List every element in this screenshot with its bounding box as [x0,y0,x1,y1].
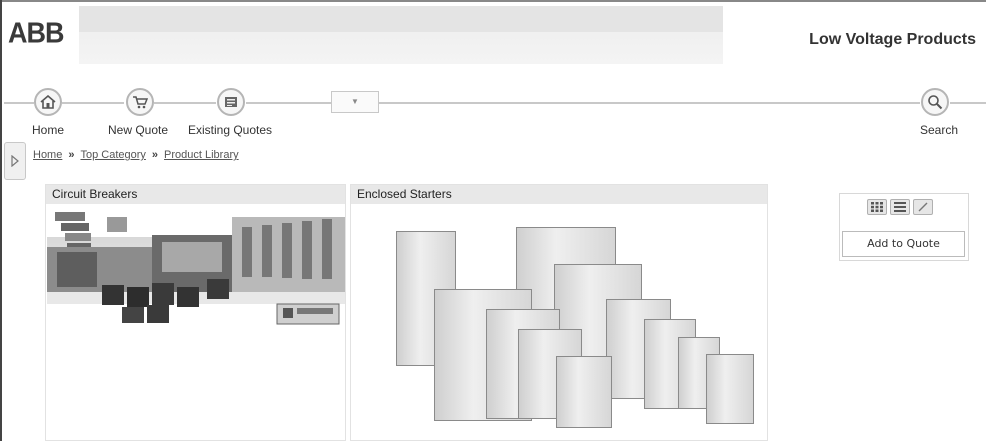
nav-new-quote-label[interactable]: New Quote [108,123,168,137]
breadcrumb-home[interactable]: Home [33,149,62,161]
breadcrumb: Home » Top Category » Product Library [33,149,239,161]
category-card-circuit-breakers[interactable]: Circuit Breakers [45,184,346,441]
nav-existing-quotes[interactable] [217,88,245,116]
nav-line [950,102,986,104]
add-to-quote-button[interactable]: Add to Quote [842,231,965,257]
chevron-down-icon: ▼ [351,97,359,106]
nav-line [154,102,216,104]
header-banner-top [79,6,723,32]
breadcrumb-separator: » [68,149,75,161]
category-card-enclosed-starters[interactable]: Enclosed Starters [350,184,768,441]
chevron-right-icon [11,155,19,167]
quotes-icon [217,88,245,116]
enclosed-starters-image[interactable] [386,209,766,439]
abb-logo: ABB [8,17,64,49]
nav-new-quote[interactable] [126,88,154,116]
edit-icon[interactable] [913,199,933,215]
nav-line [246,102,331,104]
view-buttons [867,199,933,215]
nav-existing-quotes-label[interactable]: Existing Quotes [188,123,272,137]
grid-view-icon[interactable] [867,199,887,215]
home-icon [34,88,62,116]
nav-line [379,102,920,104]
category-title[interactable]: Enclosed Starters [351,185,767,204]
nav-line [62,102,124,104]
breadcrumb-product-library[interactable]: Product Library [164,149,239,161]
nav-search-label[interactable]: Search [920,123,958,137]
nav-home[interactable] [34,88,62,116]
circuit-breakers-image[interactable] [47,207,345,327]
app-title: Low Voltage Products [809,31,976,48]
window-top-border [0,0,986,2]
nav-home-label[interactable]: Home [32,123,64,137]
sidebar-toggle[interactable] [4,142,26,180]
nav-dropdown[interactable]: ▼ [331,91,379,113]
cart-icon [126,88,154,116]
nav-line [4,102,34,104]
category-title[interactable]: Circuit Breakers [46,185,345,204]
breadcrumb-top-category[interactable]: Top Category [80,149,145,161]
nav-search[interactable] [921,88,949,116]
search-icon [921,88,949,116]
window-left-border [0,0,2,441]
breadcrumb-separator: » [151,149,159,161]
list-view-icon[interactable] [890,199,910,215]
